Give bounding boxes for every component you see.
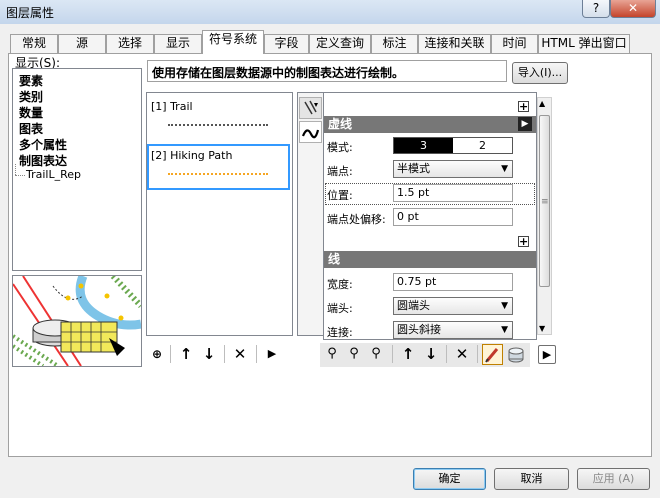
window-title: 图层属性 [6,6,55,20]
tab-fields[interactable]: 字段 [264,34,309,53]
tree-item-categories[interactable]: 类别 [19,88,43,105]
move-up-icon[interactable]: ↑ [177,345,195,363]
add-stroke-layer-icon[interactable]: ⚲ [345,345,363,363]
tree-connector [15,175,25,176]
offset-field[interactable]: 0 pt [393,208,513,226]
chevron-down-icon: ▼ [501,164,508,174]
tab-labels[interactable]: 标注 [371,34,418,53]
cap-select[interactable]: 圆端头 ▼ [393,297,513,315]
delete-icon[interactable]: ✕ [231,345,249,363]
toolbar-separator [170,345,171,363]
layer-graphic-icon[interactable] [299,97,322,119]
section-line: 线 [324,251,536,268]
tree-item-multiple-attributes[interactable]: 多个属性 [19,136,67,153]
cancel-button[interactable]: 取消 [494,468,569,490]
cap-label: 端头: [327,302,353,315]
cap-value: 圆端头 [397,299,430,312]
toolbar-separator [446,345,447,363]
pattern-field[interactable]: 3 2 [393,137,513,154]
toolbar-separator [392,345,393,363]
layer-move-down-icon[interactable]: ↓ [422,345,440,363]
map-preview-illustration [13,276,141,366]
toolbar-separator [224,345,225,363]
tab-selection[interactable]: 选择 [106,34,154,53]
join-value: 圆头斜接 [397,323,441,336]
tree-item-quantities[interactable]: 数量 [19,104,43,121]
endpoints-value: 半模式 [397,162,430,175]
preview-image [12,275,142,367]
stroke-layer-icon[interactable] [299,121,322,143]
move-down-icon[interactable]: ↓ [200,345,218,363]
representation-list [146,92,293,336]
apply-button[interactable]: 应用 (A) [577,468,650,490]
tab-html-popup[interactable]: HTML 弹出窗口 [538,34,630,53]
toolbar-separator [256,345,257,363]
layer-menu-arrow-icon[interactable]: ▶ [538,345,556,364]
tree-connector [15,164,16,175]
scroll-up-icon[interactable]: ▲ [539,99,545,108]
tab-source[interactable]: 源 [58,34,106,53]
position-label: 位置: [327,189,353,202]
play-icon[interactable]: ▶ [518,117,532,131]
tab-definition-query[interactable]: 定义查询 [309,34,371,53]
endpoints-select[interactable]: 半模式 ▼ [393,160,513,178]
description-text: 使用存储在图层数据源中的制图表达进行绘制。 [152,66,405,80]
offset-label: 端点处偏移: [327,213,386,226]
menu-arrow-icon[interactable]: ▶ [263,345,281,363]
pattern-label: 模式: [327,141,353,154]
tab-general[interactable]: 常规 [10,34,58,53]
add-marker-layer-icon[interactable]: ⚲ [323,345,341,363]
scroll-down-icon[interactable]: ▼ [539,324,545,333]
width-label: 宽度: [327,278,353,291]
add-representation-icon[interactable]: ⊕ [148,345,166,363]
rep-hiking-path-symbol[interactable] [168,173,268,175]
join-label: 连接: [327,326,353,339]
layer-delete-icon[interactable]: ✕ [453,345,471,363]
chevron-down-icon: ▼ [501,301,508,311]
section-dashes: 虚线 [324,116,536,133]
plus-icon[interactable]: + [518,236,529,247]
toolbar-separator [477,345,478,363]
tree-item-features[interactable]: 要素 [19,72,43,89]
geometric-effect-icon[interactable] [506,345,526,364]
tree-item-charts[interactable]: 图表 [19,120,43,137]
position-field[interactable]: 1.5 pt [393,184,513,202]
tab-display[interactable]: 显示 [154,34,202,53]
layer-move-up-icon[interactable]: ↑ [399,345,417,363]
rep-hiking-path-label[interactable]: [2] Hiking Path [151,149,232,162]
tree-item-trail-rep[interactable]: TrailL_Rep [26,168,81,181]
grip-icon: ≡ [541,197,549,207]
import-button[interactable]: 导入(I)... [512,62,568,84]
rep-trail-symbol[interactable] [168,124,268,126]
endpoints-label: 端点: [327,165,353,178]
chevron-down-icon: ▼ [501,325,508,335]
join-select[interactable]: 圆头斜接 ▼ [393,321,513,339]
title-bar [0,0,660,24]
rep-trail-label[interactable]: [1] Trail [151,100,193,113]
ok-button[interactable]: 确定 [413,468,486,490]
close-button[interactable]: ✕ [610,0,656,18]
tab-joins-relates[interactable]: 连接和关联 [418,34,491,53]
tab-time[interactable]: 时间 [491,34,538,53]
plus-icon[interactable]: + [518,101,529,112]
pattern-gap-value[interactable]: 2 [453,138,512,153]
pattern-dash-value[interactable]: 3 [394,138,453,153]
tree-item-representations[interactable]: 制图表达 [19,152,67,169]
tab-symbology[interactable]: 符号系统 [202,30,264,54]
add-fill-layer-icon[interactable]: ⚲ [367,345,385,363]
help-button[interactable]: ? [582,0,610,18]
width-field[interactable]: 0.75 pt [393,273,513,291]
pen-icon[interactable] [482,344,503,365]
